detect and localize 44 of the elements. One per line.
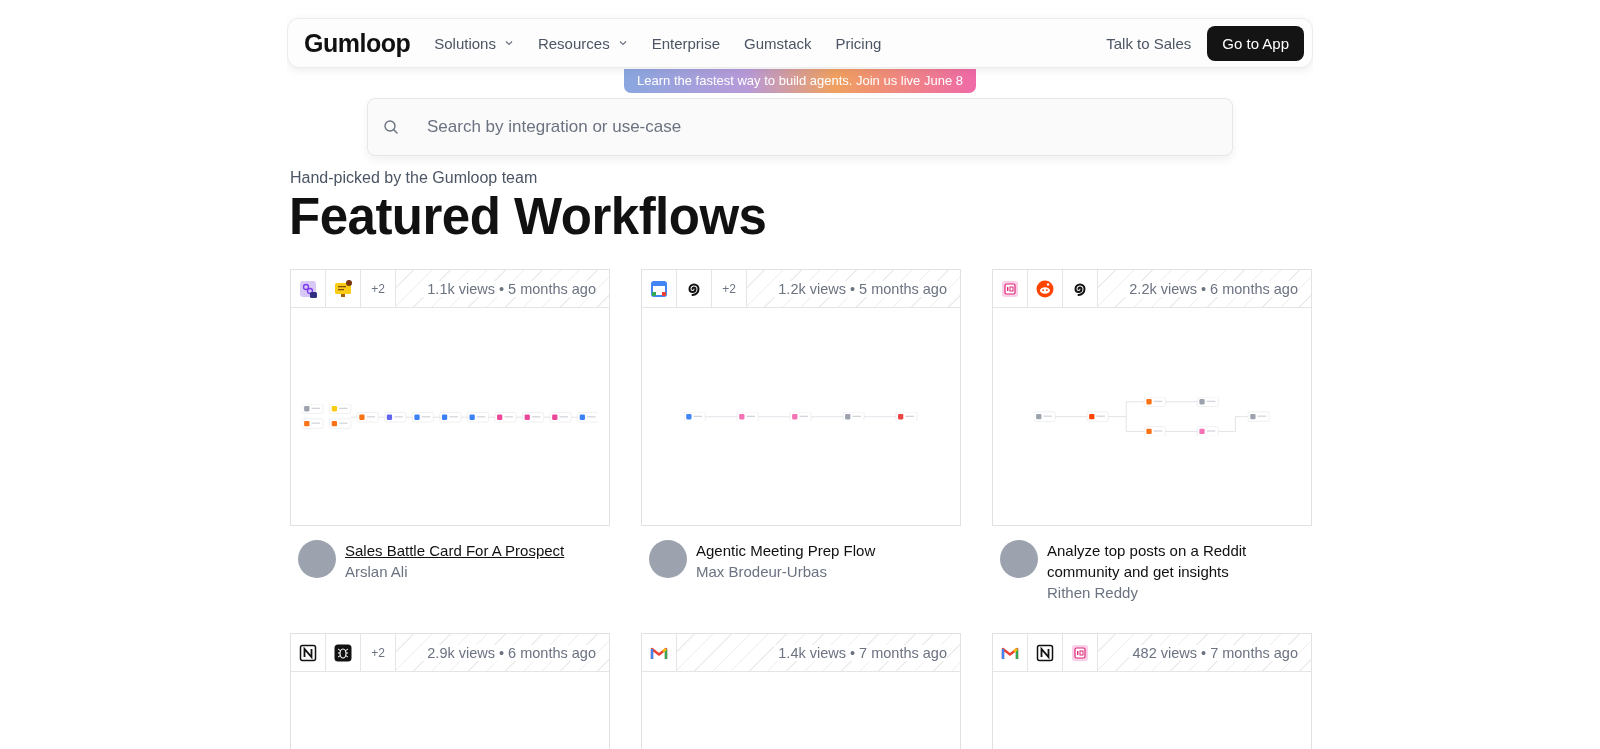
letter-n-icon: [299, 643, 317, 662]
view-stats: 2.2k views • 6 months ago: [1125, 280, 1298, 297]
avatar: [649, 540, 687, 578]
workflow-title[interactable]: Agentic Meeting Prep Flow: [696, 540, 876, 561]
workflow-card[interactable]: +2 1.2k views • 5 months ago: [641, 269, 961, 526]
workflow-card[interactable]: +2 2.9k views • 6 months ago: [290, 633, 610, 749]
workflow-card[interactable]: 1.4k views • 7 months ago: [641, 633, 961, 749]
chip-icon: [1001, 279, 1019, 298]
avatar: [298, 540, 336, 578]
section-heading: Featured Workflows: [289, 187, 768, 247]
workflow-card[interactable]: 482 views • 7 months ago: [992, 633, 1312, 749]
more-count: +2: [722, 281, 736, 296]
alien-icon: [1036, 279, 1054, 298]
puzzle-icon: [299, 279, 317, 298]
monitor-icon: [334, 279, 352, 298]
chip-icon: [1071, 643, 1089, 662]
more-count: +2: [371, 645, 385, 660]
author-name: Rithen Reddy: [1047, 583, 1138, 603]
letter-n-icon: [1036, 643, 1054, 662]
view-stats: 1.1k views • 5 months ago: [423, 280, 596, 297]
view-stats: 2.9k views • 6 months ago: [423, 644, 596, 661]
workflow-title[interactable]: Analyze top posts on a Reddit community and get insights: [1047, 540, 1312, 582]
nav-link[interactable]: Pricing: [835, 34, 882, 52]
nav-link[interactable]: Solutions: [434, 34, 514, 52]
view-stats: 482 views • 7 months ago: [1128, 644, 1298, 661]
bug-icon: [334, 643, 352, 662]
talk-to-sales-link[interactable]: Talk to Sales: [1106, 34, 1192, 52]
workflow-title[interactable]: Sales Battle Card For A Prospect: [345, 540, 565, 561]
view-stats: 1.2k views • 5 months ago: [774, 280, 947, 297]
author-name: Arslan Ali: [345, 562, 408, 582]
nav-link[interactable]: Gumstack: [744, 34, 812, 52]
workflow-card[interactable]: 2.2k views • 6 months ago: [992, 269, 1312, 526]
nav-link[interactable]: Enterprise: [651, 34, 720, 52]
author-name: Max Brodeur-Urbas: [696, 562, 827, 582]
go-to-app-button[interactable]: Go to App: [1207, 25, 1304, 61]
view-stats: 1.4k views • 7 months ago: [774, 644, 947, 661]
workflow-card[interactable]: +2 1.1k views • 5 months ago: [290, 269, 610, 526]
logo[interactable]: Gumloop: [304, 28, 411, 58]
calendar-icon: [650, 279, 668, 298]
search-field[interactable]: Search by integration or use-case: [367, 98, 1233, 156]
avatar: [1000, 540, 1038, 578]
section-subtitle: Hand-picked by the Gumloop team: [290, 169, 539, 187]
more-count: +2: [371, 281, 385, 296]
nav-link[interactable]: Resources: [537, 34, 628, 52]
